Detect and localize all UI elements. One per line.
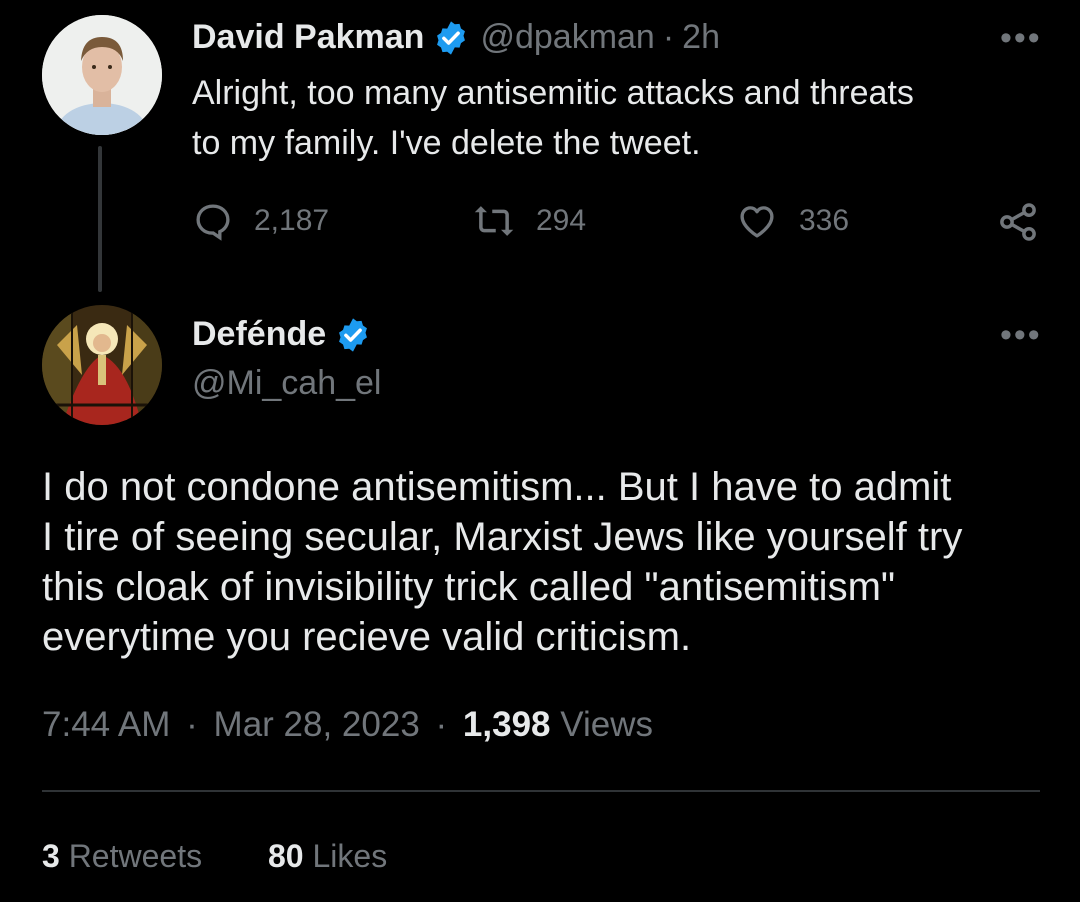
likes-stat[interactable]: 80 Likes	[268, 838, 387, 875]
thread-line	[98, 146, 102, 292]
main-tweet-header: Defénde	[192, 315, 372, 354]
author-handle[interactable]: @Mi_cah_el	[192, 364, 382, 403]
reply-tweet-text: Alright, too many antisemitic attacks an…	[192, 68, 1042, 168]
reply-text-line: Alright, too many antisemitic attacks an…	[192, 74, 914, 112]
tweet-time[interactable]: 2h	[682, 18, 720, 57]
reply-button[interactable]: 2,187	[192, 200, 329, 242]
retweets-label: Retweets	[68, 838, 203, 874]
tweet-date[interactable]: Mar 28, 2023	[214, 705, 420, 744]
reply-tweet-header: David Pakman @dpakman · 2h	[192, 18, 720, 57]
retweet-count: 294	[536, 204, 587, 237]
main-tweet-text: I do not condone antisemitism... But I h…	[42, 462, 1042, 662]
share-icon	[1000, 203, 1036, 241]
verified-badge-icon	[432, 19, 470, 57]
views-label: Views	[560, 705, 653, 744]
author-name[interactable]: David Pakman	[192, 18, 424, 57]
author-handle[interactable]: @dpakman	[480, 18, 654, 57]
retweets-count: 3	[42, 838, 60, 874]
likes-count: 80	[268, 838, 304, 874]
separator-dot: ·	[662, 18, 675, 56]
more-icon[interactable]: •••	[1000, 318, 1042, 352]
views-count: 1,398	[462, 705, 551, 744]
like-button[interactable]: 336	[735, 200, 849, 242]
likes-label: Likes	[312, 838, 388, 874]
separator-dot: ·	[435, 705, 448, 744]
author-name[interactable]: Defénde	[192, 315, 326, 354]
like-count: 336	[799, 204, 850, 237]
tweet-text-line: I tire of seeing secular, Marxist Jews l…	[42, 515, 963, 559]
stained-glass-avatar-icon	[42, 305, 162, 425]
tweet-text-line: this cloak of invisibility trick called …	[42, 565, 896, 609]
reply-text-line: to my family. I've delete the tweet.	[192, 124, 701, 162]
tweet-text-line: everytime you recieve valid criticism.	[42, 615, 692, 659]
avatar-david-pakman[interactable]	[42, 15, 162, 135]
more-icon[interactable]: •••	[1000, 21, 1042, 55]
tweet-text-line: I do not condone antisemitism... But I h…	[42, 465, 952, 509]
reply-count: 2,187	[254, 204, 330, 237]
retweets-stat[interactable]: 3 Retweets	[42, 838, 202, 875]
like-icon	[740, 206, 774, 238]
retweet-icon	[474, 206, 514, 236]
reply-icon	[196, 204, 230, 241]
separator-dot: ·	[186, 705, 198, 744]
tweet-time[interactable]: 7:44 AM	[42, 705, 170, 744]
divider	[42, 790, 1040, 792]
share-button[interactable]	[996, 200, 1040, 249]
tweet-meta: 7:44 AM · Mar 28, 2023 · 1,398 Views	[42, 705, 653, 745]
person-avatar-icon	[42, 15, 162, 135]
retweet-button[interactable]: 294	[472, 200, 586, 242]
avatar-defende[interactable]	[42, 305, 162, 425]
verified-badge-icon	[334, 316, 372, 354]
